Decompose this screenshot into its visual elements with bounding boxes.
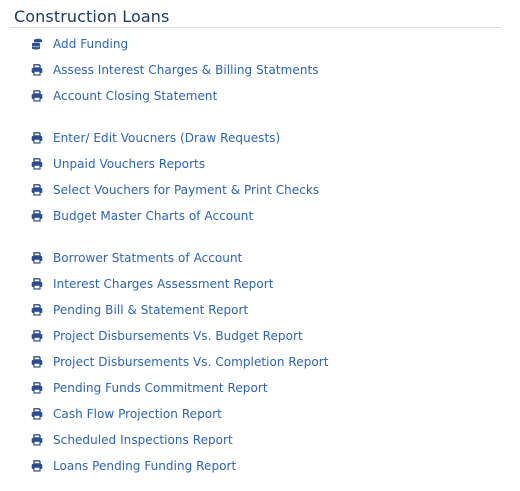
menu-item-label: Cash Flow Projection Report [53,407,222,421]
menu-item-cash-flow-projection[interactable]: Cash Flow Projection Report [31,405,222,423]
menu-item-label: Assess Interest Charges & Billing Statme… [53,63,319,77]
menu-item-unpaid-vouchers-reports[interactable]: Unpaid Vouchers Reports [31,155,205,173]
printer-icon [31,158,43,170]
printer-icon [31,132,43,144]
menu-item-label: Enter/ Edit Voucners (Draw Requests) [53,131,281,145]
printer-icon [31,434,43,446]
menu-item-interest-charges-assessment[interactable]: Interest Charges Assessment Report [31,275,273,293]
menu-item-disbursements-vs-budget[interactable]: Project Disbursements Vs. Budget Report [31,327,303,345]
menu-item-label: Borrower Statments of Account [53,251,243,265]
printer-icon [31,382,43,394]
menu-item-label: Budget Master Charts of Account [53,209,254,223]
printer-icon [31,64,43,76]
menu-item-label: Add Funding [53,37,129,51]
menu-item-borrower-statements[interactable]: Borrower Statments of Account [31,249,242,267]
printer-icon [31,184,43,196]
menu-item-label: Pending Bill & Statement Report [53,303,249,317]
printer-icon [31,304,43,316]
printer-icon [31,460,43,472]
menu-item-label: Select Vouchers for Payment & Print Chec… [53,183,320,197]
menu-item-account-closing-statement[interactable]: Account Closing Statement [31,87,217,105]
coins-stack-icon [31,38,43,50]
menu-item-label: Account Closing Statement [53,89,218,103]
menu-item-label: Project Disbursements Vs. Completion Rep… [53,355,329,369]
menu-item-assess-interest-charges[interactable]: Assess Interest Charges & Billing Statme… [31,61,319,79]
menu-item-scheduled-inspections[interactable]: Scheduled Inspections Report [31,431,233,449]
printer-icon [31,408,43,420]
menu-item-select-vouchers-print-checks[interactable]: Select Vouchers for Payment & Print Chec… [31,181,319,199]
menu-item-budget-master-charts[interactable]: Budget Master Charts of Account [31,207,253,225]
menu-item-disbursements-vs-completion[interactable]: Project Disbursements Vs. Completion Rep… [31,353,329,371]
menu-item-loans-pending-funding[interactable]: Loans Pending Funding Report [31,457,236,475]
menu-item-pending-funds-commitment[interactable]: Pending Funds Commitment Report [31,379,268,397]
menu-item-label: Loans Pending Funding Report [53,459,237,473]
printer-icon [31,356,43,368]
menu-item-pending-bill-statement[interactable]: Pending Bill & Statement Report [31,301,248,319]
printer-icon [31,252,43,264]
printer-icon [31,90,43,102]
menu-list: Add Funding Assess Interest Charges & Bi… [0,0,520,491]
printer-icon [31,330,43,342]
printer-icon [31,210,43,222]
menu-item-label: Unpaid Vouchers Reports [53,157,206,171]
menu-item-enter-edit-vouchers[interactable]: Enter/ Edit Voucners (Draw Requests) [31,129,280,147]
menu-item-label: Scheduled Inspections Report [53,433,233,447]
menu-item-add-funding[interactable]: Add Funding [31,35,128,53]
menu-item-label: Interest Charges Assessment Report [53,277,274,291]
printer-icon [31,278,43,290]
menu-item-label: Project Disbursements Vs. Budget Report [53,329,303,343]
menu-item-label: Pending Funds Commitment Report [53,381,268,395]
